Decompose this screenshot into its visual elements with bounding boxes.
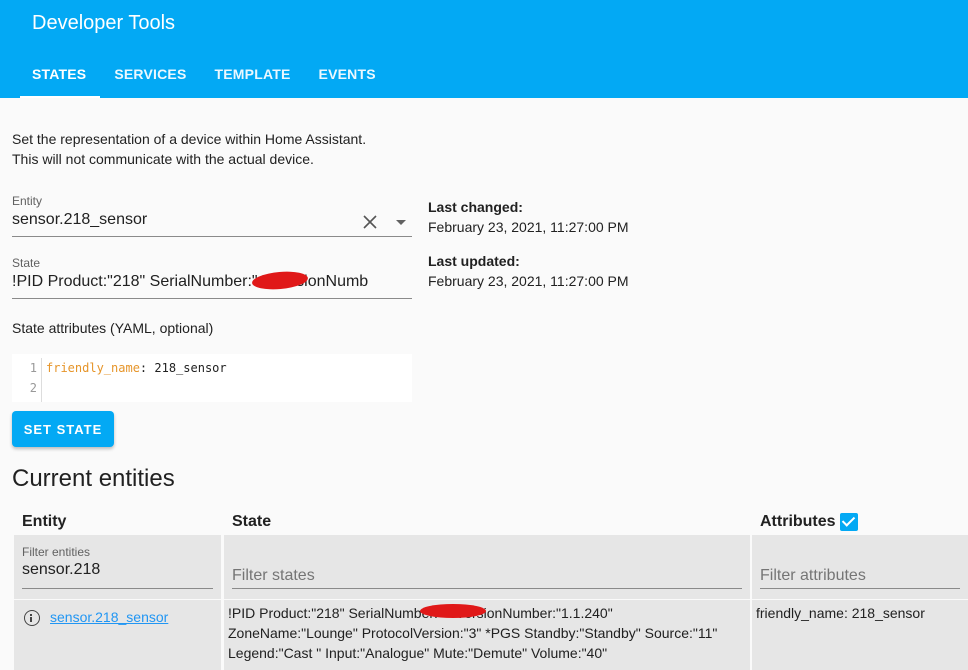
attributes-checkbox[interactable] [839,513,858,531]
last-updated-label: Last updated: [428,253,520,269]
last-updated-value: February 23, 2021, 11:27:00 PM [428,273,629,289]
tab-events[interactable]: EVENTS [305,56,390,98]
row-attributes-text: friendly_name: 218_sensor [756,605,925,621]
entity-field-label: Entity [12,194,43,208]
table-row-state-cell: !PID Product:"218" SerialNumber:" " Vers… [224,600,750,670]
set-state-button[interactable]: SET STATE [12,411,114,447]
yaml-separator: : [139,361,155,375]
app-header: Developer Tools STATES SERVICES TEMPLATE… [0,0,968,98]
filter-entities-value[interactable]: sensor.218 [22,561,213,579]
column-header-entity: Entity [22,513,67,530]
line-number-gutter: 1 2 [12,358,42,402]
column-header-attributes-label: Attributes [760,513,836,530]
filter-attributes-input[interactable]: Filter attributes [760,545,960,589]
code-line: friendly_name: 218_sensor [46,358,227,378]
entity-field[interactable]: Entity sensor.218_sensor [12,194,412,237]
info-icon[interactable] [24,610,40,626]
column-header-state: State [232,513,272,530]
entity-link[interactable]: sensor.218_sensor [50,609,168,625]
filter-cell-entity: Filter entities sensor.218 [14,535,221,599]
state-line: ZoneName:"Lounge" ProtocolVersion:"3" *P… [228,625,718,641]
tab-template[interactable]: TEMPLATE [201,56,305,98]
last-changed: Last changed: February 23, 2021, 11:27:0… [428,197,629,237]
last-changed-label: Last changed: [428,199,523,215]
tab-services[interactable]: SERVICES [100,56,200,98]
column-header-attributes: Attributes [760,513,858,531]
line-number: 2 [29,381,37,395]
page-title: Developer Tools [32,12,176,34]
filter-entities-input[interactable]: Filter entities sensor.218 [22,545,213,589]
description: Set the representation of a device withi… [12,129,366,169]
line-number: 1 [29,361,37,375]
close-icon[interactable] [362,214,378,230]
filter-attributes-placeholder: Filter attributes [760,567,866,584]
state-field-value[interactable]: !PID Product:"218" SerialNumber:" " Vers… [12,273,412,291]
filter-cell-state: Filter states [224,535,750,599]
redaction-mark [420,604,486,618]
code-area[interactable]: friendly_name: 218_sensor [46,358,227,398]
filter-entities-label: Filter entities [22,545,91,559]
tab-states[interactable]: STATES [20,56,101,98]
state-field-label: State [12,256,41,270]
description-line-2: This will not communicate with the actua… [12,151,314,167]
yaml-key: friendly_name [46,361,140,375]
last-updated: Last updated: February 23, 2021, 11:27:0… [428,251,629,291]
current-entities-title: Current entities [12,465,175,492]
table-row-entity-cell: sensor.218_sensor [14,600,221,670]
filter-cell-attributes: Filter attributes [752,535,968,599]
last-changed-value: February 23, 2021, 11:27:00 PM [428,219,629,235]
filter-states-input[interactable]: Filter states [232,545,742,589]
yaml-editor[interactable]: 1 2 friendly_name: 218_sensor [12,354,412,402]
state-field[interactable]: State !PID Product:"218" SerialNumber:" … [12,256,412,299]
yaml-value: 218_sensor [154,361,227,375]
table-row-attributes-cell: friendly_name: 218_sensor [752,600,968,670]
description-line-1: Set the representation of a device withi… [12,131,367,147]
filter-states-placeholder: Filter states [232,567,315,584]
chevron-down-icon[interactable] [396,220,406,225]
state-attributes-label: State attributes (YAML, optional) [12,320,214,336]
state-line: Legend:"Cast " Input:"Analogue" Mute:"De… [228,645,608,661]
tab-bar: STATES SERVICES TEMPLATE EVENTS [20,56,390,98]
entity-field-value[interactable]: sensor.218_sensor [12,211,352,229]
